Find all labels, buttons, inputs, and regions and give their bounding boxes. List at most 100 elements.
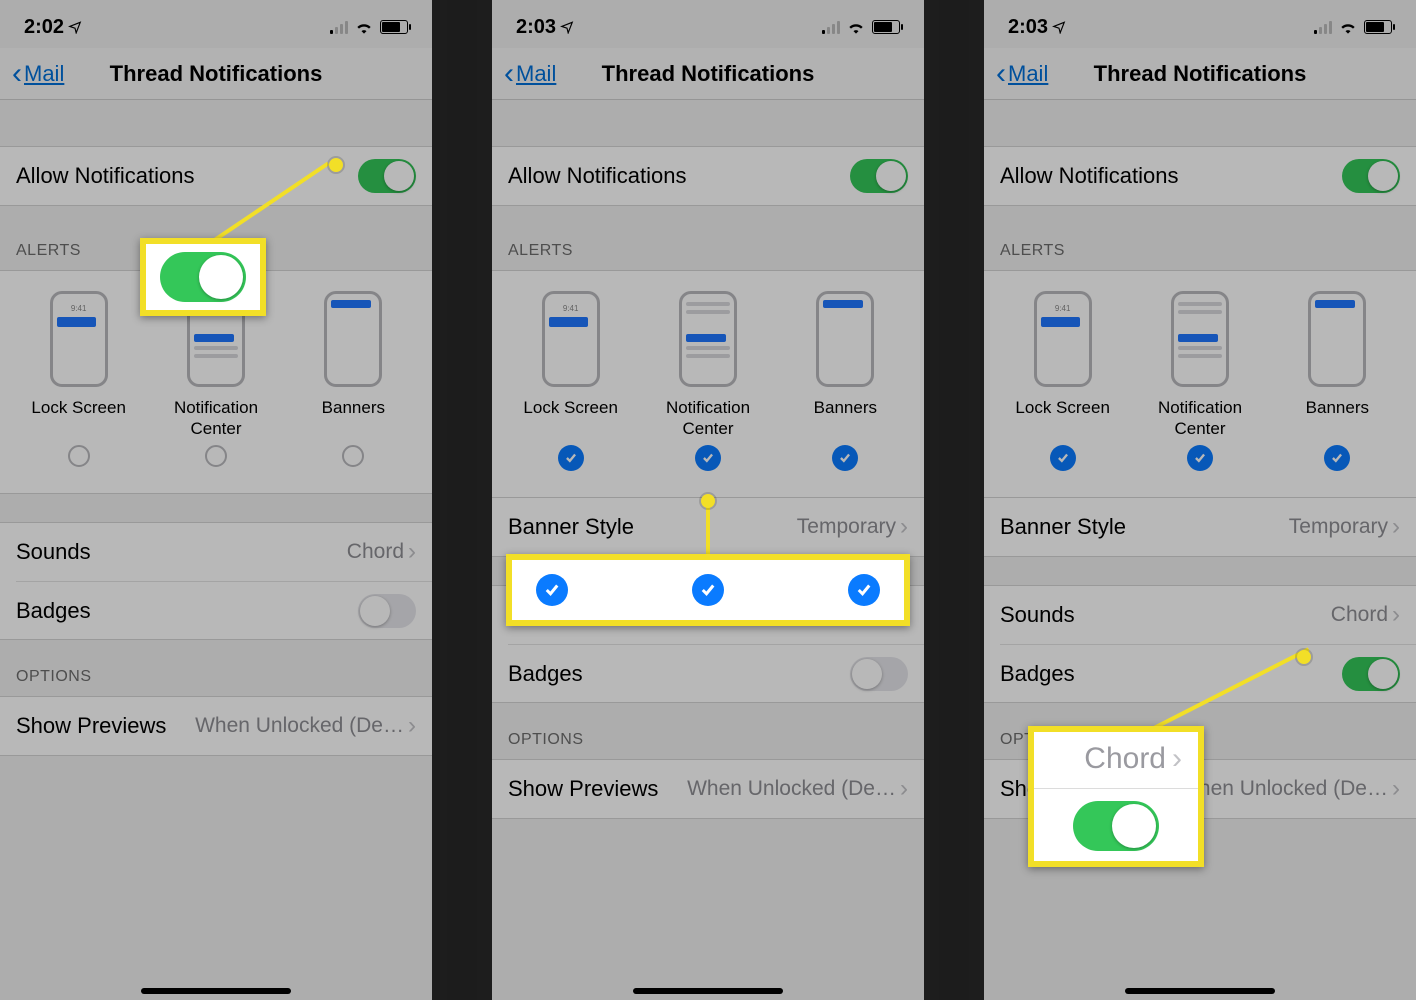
show-previews-value: When Unlocked (De… <box>1179 777 1388 801</box>
zoom-check-icon <box>536 574 568 606</box>
battery-icon <box>380 20 408 34</box>
alert-option-lockscreen[interactable]: 9:41 Lock Screen <box>994 291 1131 471</box>
banners-check[interactable] <box>832 445 858 471</box>
allow-notifications-row[interactable]: Allow Notifications <box>984 147 1416 205</box>
wifi-icon <box>846 20 866 34</box>
allow-notifications-label: Allow Notifications <box>508 163 687 189</box>
banners-check[interactable] <box>1324 445 1350 471</box>
alert-option-notification-center[interactable]: Notification Center <box>147 291 284 467</box>
home-indicator[interactable] <box>633 988 783 994</box>
location-icon <box>68 20 82 34</box>
back-button[interactable]: ‹ Mail <box>504 61 556 87</box>
annotation-dot <box>1297 650 1311 664</box>
page-title: Thread Notifications <box>984 61 1416 87</box>
status-bar: 2:02 <box>0 0 432 48</box>
notification-center-preview-icon <box>1171 291 1229 387</box>
sounds-label: Sounds <box>1000 602 1075 628</box>
alert-option-banners[interactable]: Banners <box>777 291 914 471</box>
badges-row[interactable]: Badges <box>1000 644 1416 702</box>
chevron-right-icon: › <box>900 775 908 803</box>
alert-option-lockscreen[interactable]: 9:41 Lock Screen <box>10 291 147 467</box>
badges-toggle[interactable] <box>850 657 908 691</box>
notification-center-preview-icon <box>679 291 737 387</box>
location-icon <box>560 20 574 34</box>
zoom-sounds-value: Chord <box>1084 742 1166 776</box>
options-header: OPTIONS <box>0 668 432 696</box>
wifi-icon <box>354 20 374 34</box>
status-time: 2:02 <box>24 16 64 39</box>
sounds-value: Chord <box>1331 603 1388 627</box>
badges-label: Badges <box>16 598 91 624</box>
banners-preview-icon <box>1308 291 1366 387</box>
zoom-check-icon <box>848 574 880 606</box>
allow-notifications-row[interactable]: Allow Notifications <box>492 147 924 205</box>
badges-toggle[interactable] <box>1342 657 1400 691</box>
alert-option-notification-center[interactable]: Notification Center <box>639 291 776 471</box>
banners-check[interactable] <box>342 445 364 467</box>
show-previews-row[interactable]: Show Previews When Unlocked (De…› <box>0 697 432 755</box>
show-previews-label: Show Previews <box>16 713 166 739</box>
battery-icon <box>872 20 900 34</box>
allow-notifications-toggle[interactable] <box>358 159 416 193</box>
back-label: Mail <box>24 61 64 87</box>
back-button[interactable]: ‹ Mail <box>12 61 64 87</box>
chevron-right-icon: › <box>1392 513 1400 541</box>
annotation-dot <box>329 158 343 172</box>
lockscreen-check[interactable] <box>68 445 90 467</box>
lockscreen-preview-icon: 9:41 <box>1034 291 1092 387</box>
badges-row[interactable]: Badges <box>508 644 924 702</box>
allow-notifications-label: Allow Notifications <box>16 163 195 189</box>
battery-icon <box>1364 20 1392 34</box>
nav-bar: ‹ Mail Thread Notifications <box>984 48 1416 100</box>
page-title: Thread Notifications <box>492 61 924 87</box>
lockscreen-check[interactable] <box>1050 445 1076 471</box>
sounds-row[interactable]: Sounds Chord› <box>0 523 432 581</box>
allow-notifications-toggle[interactable] <box>1342 159 1400 193</box>
banner-style-label: Banner Style <box>508 514 634 540</box>
alert-option-lockscreen[interactable]: 9:41 Lock Screen <box>502 291 639 471</box>
back-label: Mail <box>516 61 556 87</box>
allow-notifications-toggle[interactable] <box>850 159 908 193</box>
chevron-right-icon: › <box>408 538 416 566</box>
annotation-checks <box>506 554 910 626</box>
alert-option-banners[interactable]: Banners <box>285 291 422 467</box>
sounds-row[interactable]: Sounds Chord› <box>984 586 1416 644</box>
sounds-value: Chord <box>347 540 404 564</box>
notification-center-check[interactable] <box>205 445 227 467</box>
allow-notifications-row[interactable]: Allow Notifications <box>0 147 432 205</box>
banner-style-value: Temporary <box>1289 515 1388 539</box>
banner-style-label: Banner Style <box>1000 514 1126 540</box>
back-button[interactable]: ‹ Mail <box>996 61 1048 87</box>
alerts-header: ALERTS <box>492 242 924 270</box>
chevron-right-icon: › <box>408 712 416 740</box>
nav-bar: ‹ Mail Thread Notifications <box>0 48 432 100</box>
zoom-toggle-icon <box>160 252 246 302</box>
back-label: Mail <box>1008 61 1048 87</box>
nav-bar: ‹ Mail Thread Notifications <box>492 48 924 100</box>
lockscreen-check[interactable] <box>558 445 584 471</box>
cellular-icon <box>1314 20 1332 34</box>
banner-style-row[interactable]: Banner Style Temporary› <box>984 498 1416 556</box>
badges-toggle[interactable] <box>358 594 416 628</box>
home-indicator[interactable] <box>1125 988 1275 994</box>
annotation-line <box>706 502 710 560</box>
chevron-left-icon: ‹ <box>504 63 514 85</box>
notification-center-check[interactable] <box>695 445 721 471</box>
cellular-icon <box>330 20 348 34</box>
page-title: Thread Notifications <box>0 61 432 87</box>
show-previews-value: When Unlocked (De… <box>687 777 896 801</box>
zoom-toggle-icon <box>1073 801 1159 851</box>
alert-option-notification-center[interactable]: Notification Center <box>1131 291 1268 471</box>
show-previews-row[interactable]: Show Previews When Unlocked (De…› <box>492 760 924 818</box>
allow-notifications-label: Allow Notifications <box>1000 163 1179 189</box>
home-indicator[interactable] <box>141 988 291 994</box>
badges-row[interactable]: Badges <box>16 581 432 639</box>
banners-preview-icon <box>816 291 874 387</box>
chevron-right-icon: › <box>900 513 908 541</box>
zoom-check-icon <box>692 574 724 606</box>
banners-preview-icon <box>324 291 382 387</box>
notification-center-check[interactable] <box>1187 445 1213 471</box>
status-time: 2:03 <box>516 16 556 39</box>
alerts-header: ALERTS <box>984 242 1416 270</box>
alert-option-banners[interactable]: Banners <box>1269 291 1406 471</box>
